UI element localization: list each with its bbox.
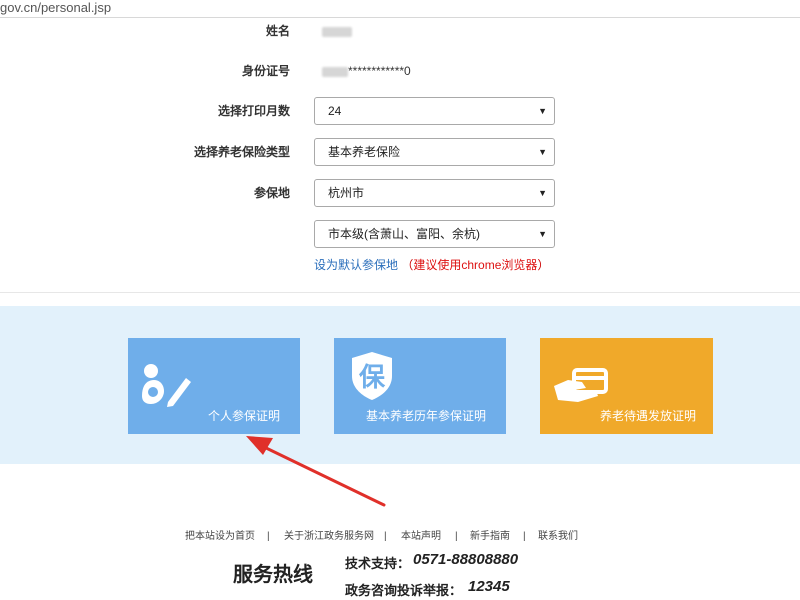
footer-link-about[interactable]: 关于浙江政务服务网 (284, 530, 374, 544)
footer-link-statement[interactable]: 本站声明 (401, 530, 441, 544)
complaint-label: 政务咨询投诉举报： (345, 583, 463, 598)
red-arrow-annotation (246, 436, 386, 507)
complaint-number: 12345 (468, 578, 510, 595)
footer-separator: | (267, 531, 270, 542)
arrow-head (246, 436, 273, 455)
footer-separator: | (384, 531, 387, 542)
arrow-shaft (260, 444, 386, 507)
tech-support-label: 技术支持： (345, 556, 411, 571)
service-hotline-title: 服务热线 (233, 564, 313, 586)
footer-link-guide[interactable]: 新手指南 (470, 530, 510, 544)
tech-support-number: 0571-88808880 (413, 551, 519, 568)
footer-separator: | (455, 531, 458, 542)
footer-separator: | (523, 531, 526, 542)
footer-link-homepage[interactable]: 把本站设为首页 (185, 530, 255, 544)
footer-link-contact[interactable]: 联系我们 (538, 530, 578, 544)
footer-links: 把本站设为首页 | 关于浙江政务服务网 | 本站声明 | 新手指南 | 联系我们 (0, 530, 800, 544)
